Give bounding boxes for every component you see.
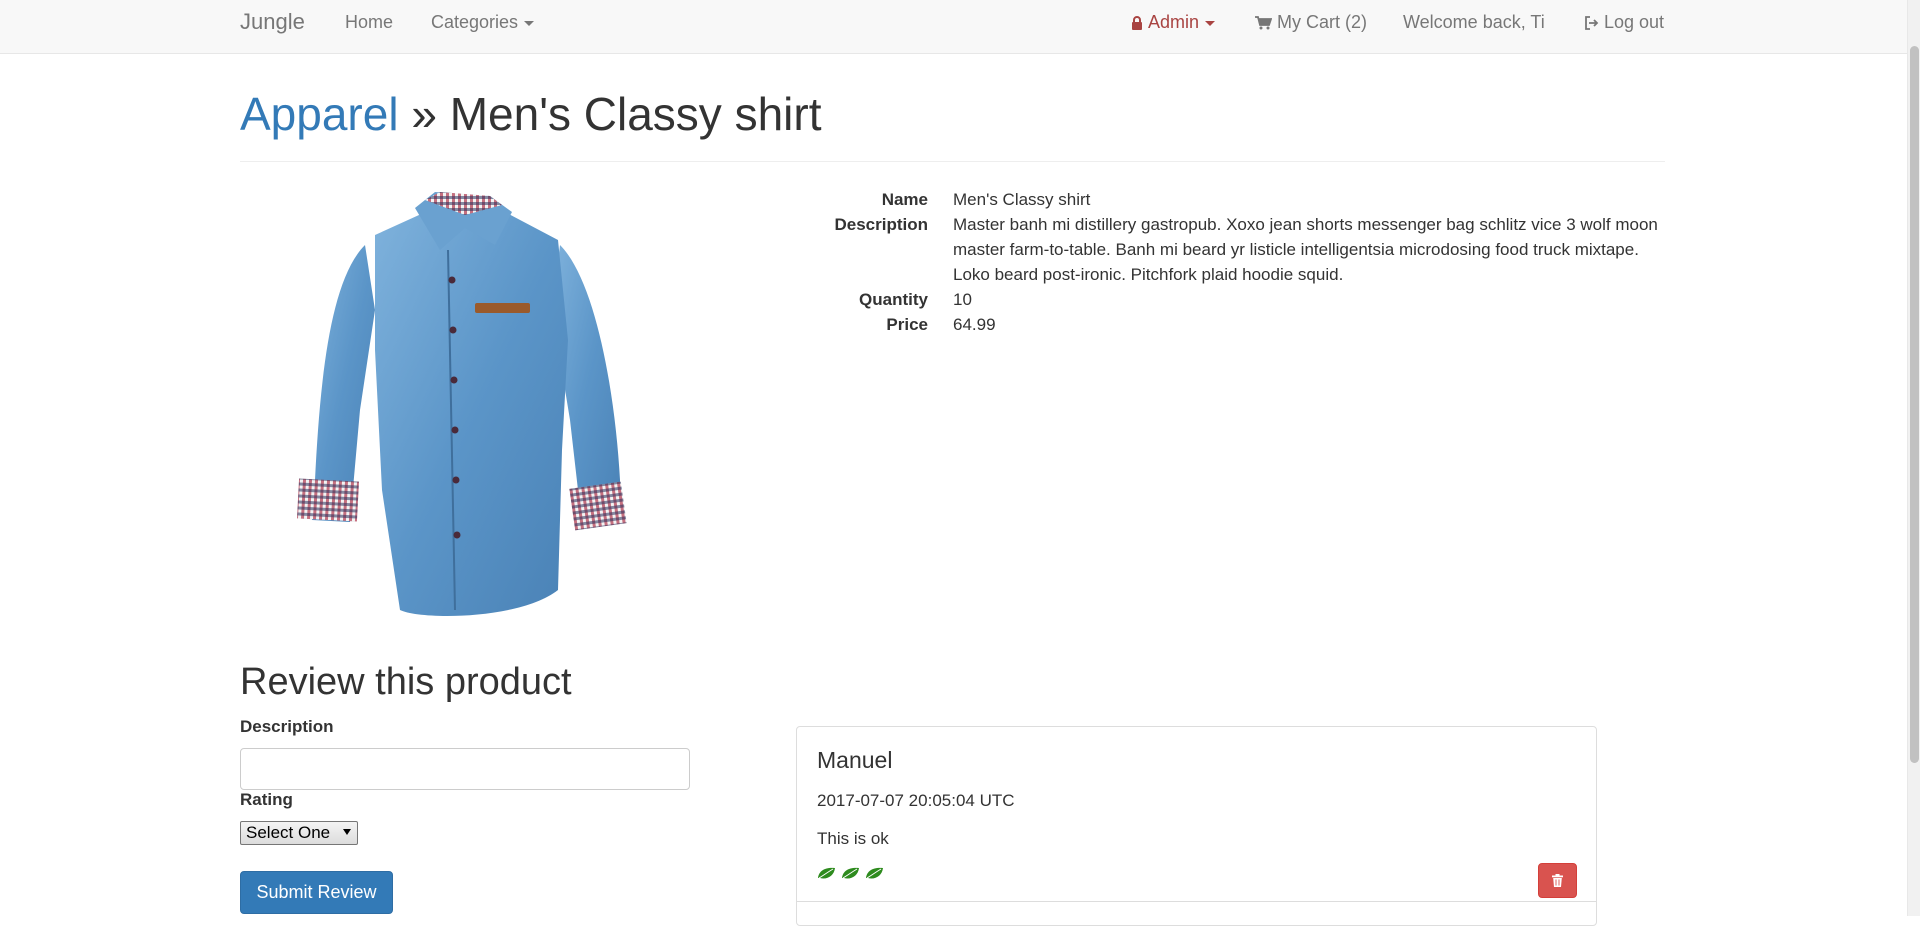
logout-label: Log out xyxy=(1604,12,1665,32)
review-form-heading: Review this product xyxy=(240,661,572,703)
logout-link[interactable]: Log out xyxy=(1584,0,1664,44)
brand-link[interactable]: Jungle xyxy=(240,0,305,44)
nav-admin-dropdown[interactable]: Admin xyxy=(1131,0,1216,44)
detail-label: Description xyxy=(834,215,928,234)
leaf-icon xyxy=(866,867,883,879)
trash-icon xyxy=(1552,874,1563,887)
nav-categories-dropdown[interactable]: Categories xyxy=(431,0,535,44)
rating-select-value: Select One xyxy=(246,823,331,842)
nav-cart-link[interactable]: My Cart (2) xyxy=(1255,0,1367,44)
nav-cart-label: My Cart (2) xyxy=(1277,12,1367,32)
navbar: Jungle Home Categories Admin My Cart (2)… xyxy=(0,0,1907,54)
product-title: Men's Classy shirt xyxy=(449,88,822,140)
welcome-text: Welcome back, Ti xyxy=(1403,12,1545,32)
delete-review-button[interactable] xyxy=(1538,863,1577,898)
review-date: 2017-07-07 20:05:04 UTC xyxy=(817,791,1015,810)
detail-value: Master banh mi distillery gastropub. Xox… xyxy=(953,215,1658,284)
description-label: Description xyxy=(240,717,334,736)
detail-row-description: Description Master banh mi distillery ga… xyxy=(800,212,1670,287)
shopping-cart-icon xyxy=(1255,16,1272,30)
detail-value: Men's Classy shirt xyxy=(953,190,1091,209)
detail-label: Name xyxy=(881,190,928,209)
page-title: Apparel » Men's Classy shirt xyxy=(240,80,1665,148)
review-rating xyxy=(817,867,884,880)
page-scrollbar[interactable] xyxy=(1907,0,1920,916)
review-text: This is ok xyxy=(817,829,889,848)
category-breadcrumb-link[interactable]: Apparel xyxy=(240,88,399,140)
leaf-icon xyxy=(818,867,835,879)
scrollbar-thumb[interactable] xyxy=(1910,46,1919,763)
review-panel: Manuel 2017-07-07 20:05:04 UTC This is o… xyxy=(796,726,1597,926)
breadcrumb-separator: » xyxy=(398,88,450,140)
page-header: Apparel » Men's Classy shirt xyxy=(240,80,1665,162)
nav-categories-label: Categories xyxy=(431,12,519,32)
detail-row-name: Name Men's Classy shirt xyxy=(800,187,1670,212)
lock-icon xyxy=(1132,16,1142,31)
review-author: Manuel xyxy=(817,747,893,773)
detail-value: 64.99 xyxy=(953,315,996,334)
submit-review-button[interactable]: Submit Review xyxy=(240,871,393,914)
detail-label: Quantity xyxy=(859,290,928,309)
product-image xyxy=(296,192,627,616)
detail-label: Price xyxy=(886,315,928,334)
chevron-down-icon xyxy=(524,20,535,26)
rating-label: Rating xyxy=(240,790,293,809)
dropdown-arrow-icon xyxy=(343,829,351,835)
leaf-icon xyxy=(842,867,859,879)
review-description-input[interactable] xyxy=(240,748,690,790)
detail-row-price: Price 64.99 xyxy=(800,312,1670,337)
nav-admin-label: Admin xyxy=(1148,12,1200,32)
nav-home-link[interactable]: Home xyxy=(345,0,393,44)
detail-value: 10 xyxy=(953,290,972,309)
logout-icon xyxy=(1585,16,1599,31)
review-divider xyxy=(797,901,1596,902)
product-details: Name Men's Classy shirt Description Mast… xyxy=(800,187,1670,337)
chevron-down-icon xyxy=(1205,20,1216,26)
detail-row-quantity: Quantity 10 xyxy=(800,287,1670,312)
rating-select[interactable]: Select One xyxy=(240,821,358,845)
